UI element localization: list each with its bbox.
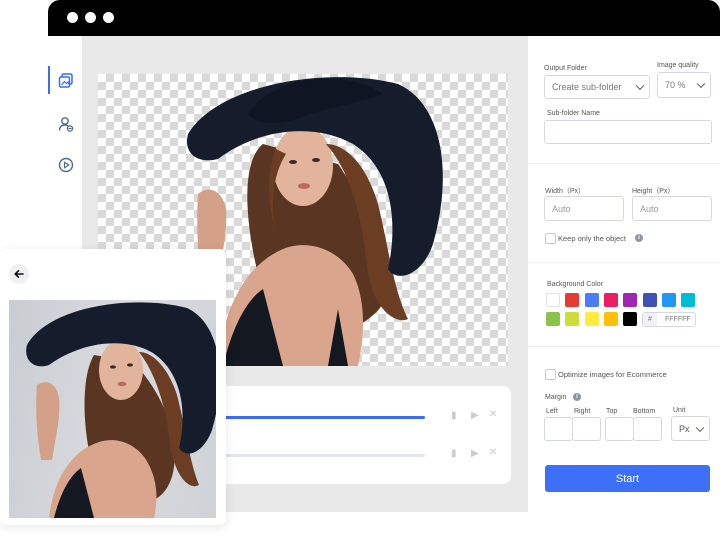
- height-label: Height（Px）: [632, 188, 675, 195]
- margin-right-label: Right: [574, 408, 591, 415]
- height-placeholder: Auto: [640, 203, 659, 214]
- color-swatch-1[interactable]: [546, 293, 560, 307]
- original-photo: [9, 300, 216, 518]
- batch-images-icon[interactable]: [56, 70, 76, 90]
- margin-left-input[interactable]: [544, 417, 573, 441]
- color-swatch-2[interactable]: [565, 293, 580, 307]
- title-bar: [48, 0, 720, 36]
- divider: [528, 163, 720, 164]
- subfolder-name-input[interactable]: [544, 120, 712, 144]
- color-swatch-6[interactable]: [642, 293, 657, 307]
- window-dot-1[interactable]: [67, 12, 78, 23]
- hash-prefix: #: [643, 313, 657, 326]
- chevron-down-icon: [696, 79, 706, 89]
- color-swatch-5[interactable]: [623, 293, 638, 307]
- chevron-down-icon: [695, 423, 705, 432]
- width-placeholder: Auto: [552, 203, 571, 214]
- width-input[interactable]: Auto: [544, 196, 624, 221]
- margin-label: Margin: [545, 394, 567, 401]
- margin-bottom-label: Bottom: [633, 408, 656, 415]
- height-input[interactable]: Auto: [632, 196, 712, 221]
- folder-icon[interactable]: ▮: [451, 448, 457, 459]
- info-icon[interactable]: i: [635, 234, 643, 242]
- color-swatch-8[interactable]: [681, 293, 696, 307]
- subfolder-name-label: Sub-folder Name: [547, 110, 600, 117]
- optimize-checkbox[interactable]: [545, 369, 556, 380]
- play-icon[interactable]: ▶: [471, 410, 479, 421]
- hex-color-input[interactable]: # FFFFFF: [642, 312, 696, 327]
- close-icon[interactable]: ✕: [489, 409, 497, 420]
- play-circle-icon[interactable]: [56, 155, 76, 175]
- info-icon[interactable]: i: [573, 393, 581, 401]
- margin-left-label: Left: [546, 408, 558, 415]
- color-swatch-7[interactable]: [661, 293, 676, 307]
- window-dot-2[interactable]: [85, 12, 96, 23]
- close-icon[interactable]: ✕: [489, 447, 497, 458]
- progress-bar-2: [225, 454, 425, 457]
- divider: [528, 262, 720, 263]
- output-folder-label: Output Folder: [544, 65, 587, 72]
- keep-object-label: Keep only the object: [558, 234, 626, 243]
- unit-value: Px: [679, 423, 690, 434]
- margin-top-label: Top: [606, 408, 618, 415]
- back-button[interactable]: [9, 264, 29, 284]
- color-swatch-3[interactable]: [584, 293, 599, 307]
- progress-card: ▮ ▶ ✕ ▮ ▶ ✕: [215, 386, 511, 484]
- progress-fill-1: [225, 416, 425, 419]
- color-swatch-10[interactable]: [565, 312, 580, 326]
- folder-icon[interactable]: ▮: [451, 410, 457, 421]
- progress-bar-1: [225, 416, 425, 419]
- start-button[interactable]: Start: [545, 465, 710, 492]
- margin-right-input[interactable]: [572, 417, 601, 441]
- original-woman-image: [26, 302, 216, 518]
- unit-label: Unit: [673, 407, 686, 414]
- margin-top-input[interactable]: [605, 417, 634, 441]
- image-quality-select[interactable]: 70 %: [657, 72, 711, 98]
- sidebar-active-indicator: [48, 66, 50, 94]
- color-swatch-4[interactable]: [603, 293, 618, 307]
- color-swatch-11[interactable]: [584, 312, 599, 326]
- color-swatch-13[interactable]: [623, 312, 638, 326]
- margin-bottom-input[interactable]: [633, 417, 662, 441]
- image-quality-label: Image quality: [657, 62, 699, 69]
- background-color-label: Background Color: [547, 281, 604, 288]
- hex-value: FFFFFF: [665, 316, 691, 323]
- output-folder-select[interactable]: Create sub-folder: [544, 75, 650, 99]
- output-folder-value: Create sub-folder: [552, 82, 622, 92]
- unit-select[interactable]: Px: [671, 416, 710, 441]
- play-icon[interactable]: ▶: [471, 448, 479, 459]
- person-remove-icon[interactable]: [56, 114, 76, 134]
- chevron-down-icon: [635, 81, 645, 91]
- width-label: Width（Px）: [545, 188, 586, 195]
- keep-object-checkbox[interactable]: [545, 233, 556, 244]
- color-swatch-12[interactable]: [603, 312, 618, 326]
- image-quality-value: 70 %: [665, 80, 686, 90]
- window-dot-3[interactable]: [103, 12, 114, 23]
- divider: [528, 346, 720, 347]
- color-swatch-9[interactable]: [546, 312, 560, 326]
- arrow-left-icon: [14, 270, 24, 278]
- optimize-label: Optimize images for Ecommerce: [558, 370, 667, 379]
